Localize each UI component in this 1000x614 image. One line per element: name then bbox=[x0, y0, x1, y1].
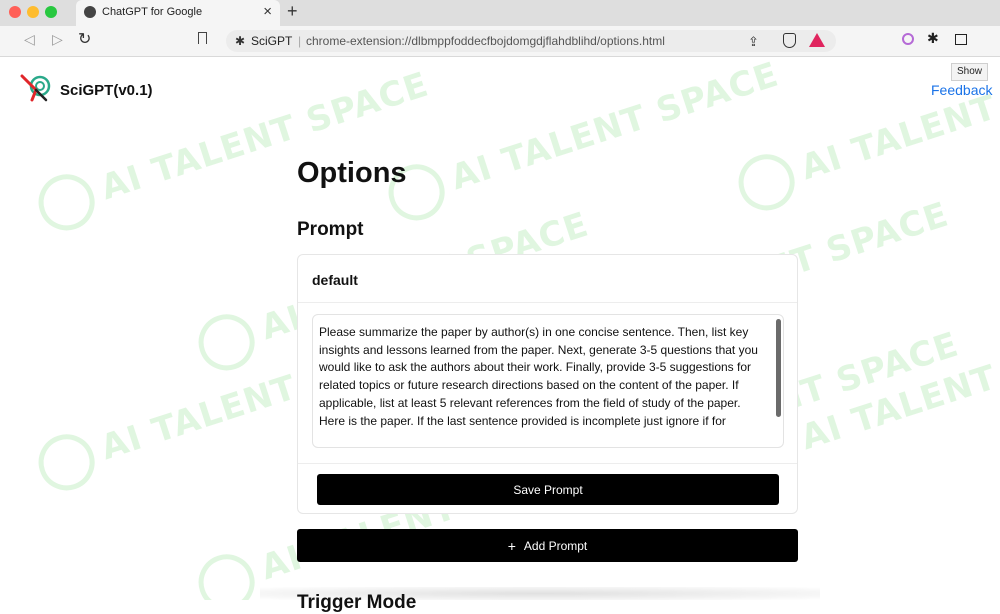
reload-icon[interactable]: ↻ bbox=[78, 29, 91, 49]
browser-toolbar: ◁ ▷ ↻ ✱ SciGPT | chrome-extension://dlbm… bbox=[0, 26, 1000, 57]
extensions-puzzle-icon[interactable]: ✱ bbox=[927, 30, 939, 47]
save-prompt-button[interactable]: Save Prompt bbox=[317, 474, 779, 505]
options-page: SciGPT(v0.1) Feedback Options Prompt def… bbox=[0, 57, 1000, 613]
new-tab-icon[interactable]: + bbox=[287, 1, 298, 22]
globe-icon bbox=[84, 6, 96, 18]
card-divider bbox=[298, 463, 797, 464]
bookmark-icon[interactable] bbox=[198, 32, 207, 44]
address-bar[interactable]: ✱ SciGPT | chrome-extension://dlbmppfodd… bbox=[226, 30, 836, 52]
plus-icon: + bbox=[507, 537, 516, 554]
brave-shield-icon[interactable] bbox=[783, 33, 796, 48]
prompt-textarea[interactable]: Please summarize the paper by author(s) … bbox=[312, 314, 784, 448]
share-icon[interactable]: ⇪ bbox=[748, 34, 759, 50]
save-prompt-label: Save Prompt bbox=[513, 482, 583, 497]
window-minimize-button[interactable] bbox=[27, 6, 39, 18]
scigpt-logo-icon bbox=[20, 74, 51, 102]
brave-rewards-icon[interactable] bbox=[809, 33, 825, 47]
browser-tab-bar: ChatGPT for Google × + bbox=[0, 0, 1000, 26]
extension-icon[interactable] bbox=[902, 33, 914, 45]
address-url[interactable]: chrome-extension://dlbmppfoddecfbojdomgd… bbox=[306, 34, 665, 48]
card-divider bbox=[298, 302, 797, 303]
app-title: SciGPT(v0.1) bbox=[60, 82, 153, 99]
add-prompt-label: Add Prompt bbox=[523, 538, 588, 553]
trigger-mode-section-title: Trigger Mode bbox=[297, 592, 417, 613]
textarea-scrollbar[interactable] bbox=[776, 319, 781, 417]
tooltip: Show bbox=[951, 63, 989, 81]
puzzle-icon: ✱ bbox=[235, 34, 246, 48]
window-close-button[interactable] bbox=[9, 6, 21, 18]
feedback-link[interactable]: Feedback bbox=[931, 82, 992, 98]
tab-title: ChatGPT for Google bbox=[102, 6, 203, 18]
address-separator: | bbox=[298, 34, 302, 48]
back-arrow-icon[interactable]: ◁ bbox=[24, 31, 35, 48]
tab-close-icon[interactable]: × bbox=[263, 3, 272, 20]
prompt-card-title: default bbox=[312, 272, 358, 288]
prompt-card: default Please summarize the paper by au… bbox=[297, 254, 798, 514]
forward-arrow-icon[interactable]: ▷ bbox=[52, 31, 63, 48]
prompt-section-title: Prompt bbox=[297, 219, 364, 240]
address-extension-name: SciGPT bbox=[251, 34, 293, 48]
page-title: Options bbox=[297, 157, 407, 189]
add-prompt-button[interactable]: + Add Prompt bbox=[297, 529, 798, 562]
window-zoom-button[interactable] bbox=[45, 6, 57, 18]
sidebar-icon[interactable] bbox=[955, 34, 967, 45]
browser-tab[interactable]: ChatGPT for Google × bbox=[76, 0, 280, 26]
